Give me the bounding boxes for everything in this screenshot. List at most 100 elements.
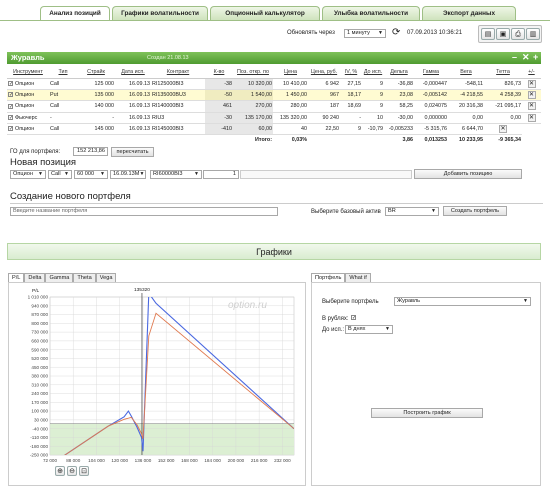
tab-vega[interactable]: Vega [95, 273, 117, 282]
col-header[interactable]: Поз. откр. по [233, 67, 273, 79]
col-header[interactable]: IV, % [340, 67, 362, 79]
tab-data-export[interactable]: Экспорт данных [422, 6, 516, 20]
refresh-interval-select[interactable]: 1 минуту ▼ [344, 29, 386, 38]
days-select[interactable]: В днях ▼ [345, 325, 393, 334]
total-cell [308, 135, 340, 144]
contract-select[interactable]: RI60000BI3 ▼ [150, 170, 202, 179]
tab-portfolio[interactable]: Портфель [311, 273, 346, 282]
portfolio-name-input[interactable]: Введите название портфеля [10, 207, 278, 216]
date-select[interactable]: 16.09.13M ▼ [110, 170, 146, 179]
table-row[interactable]: ✓ Опцион Call 125 000 16.09.13 RI125000BI3 -38… [7, 78, 541, 90]
table-cell: 10 410,00 [273, 78, 308, 90]
table-cell: 6 644,70 [448, 123, 484, 136]
total-cell [340, 135, 362, 144]
col-header[interactable]: Тип [49, 67, 77, 79]
table-cell[interactable]: 135 170,00 [233, 112, 273, 125]
zoom-reset-icon[interactable]: ⊡ [79, 466, 89, 476]
instrument-select[interactable]: Опцион ▼ [10, 170, 46, 179]
date-value: 16.09.13M [113, 171, 140, 177]
minimize-icon[interactable]: – [512, 52, 517, 63]
delete-row-icon[interactable]: ✕ [527, 91, 536, 100]
delete-row-icon[interactable]: ✕ [499, 125, 507, 134]
row-checkbox[interactable]: ✓ [8, 92, 13, 98]
tab-delta[interactable]: Delta [24, 273, 46, 282]
print-icon[interactable]: ⎙ [511, 28, 525, 40]
col-header[interactable]: Дельта [384, 67, 414, 79]
row-checkbox[interactable]: ✓ [8, 103, 13, 109]
delete-cell: ✕ [522, 89, 541, 102]
rub-checkbox[interactable]: ✓ [351, 315, 356, 321]
tab-volatility-charts[interactable]: Графики волатильности [112, 6, 208, 20]
cell-value: Call [50, 103, 60, 110]
add-icon[interactable]: + [533, 52, 538, 63]
zoom-in-icon[interactable]: ⊕ [55, 466, 65, 476]
refresh-icon[interactable]: ⟳ [392, 27, 400, 38]
col-header[interactable]: +/- [522, 67, 541, 79]
table-cell: 280,00 [273, 100, 308, 113]
create-portfolio-button[interactable]: Создать портфель [443, 206, 507, 216]
folder-icon[interactable]: ▥ [526, 28, 540, 40]
row-checkbox[interactable]: ✓ [8, 114, 13, 120]
table-row[interactable]: ✓ Опцион Call 145 000 16.09.13 RI145000BI3 -41… [7, 123, 541, 136]
save-icon[interactable]: ▣ [496, 28, 510, 40]
tab-gamma[interactable]: Gamma [45, 273, 74, 282]
tab-volatility-smile[interactable]: Улыбка волатильности [322, 6, 420, 20]
chart-portfolio-select[interactable]: Журавль ▼ [394, 297, 531, 306]
table-cell[interactable]: -50 [205, 89, 233, 102]
zoom-out-icon[interactable]: ⊖ [67, 466, 77, 476]
delete-row-icon[interactable]: ✕ [527, 102, 536, 111]
delete-row-icon[interactable]: ✕ [527, 79, 536, 88]
tab-pl[interactable]: P/L [8, 273, 25, 282]
qty-input[interactable]: 1 [203, 170, 239, 179]
col-header[interactable]: Цена [273, 67, 308, 79]
table-cell[interactable]: 1 540,00 [233, 89, 273, 102]
col-header[interactable]: К-во [205, 67, 233, 79]
col-header[interactable]: Вега [448, 67, 484, 79]
col-header[interactable]: Тетта [484, 67, 522, 79]
col-header[interactable]: Инструмент [7, 67, 49, 79]
row-checkbox[interactable]: ✓ [8, 80, 13, 86]
asset-select[interactable]: BR ▼ [385, 207, 439, 216]
table-row[interactable]: ✓ Фьючерс - -16.09.13 RIU3 -30 135 170,00 135 3… [7, 112, 541, 125]
col-header[interactable]: Дата исп. [115, 67, 151, 79]
row-checkbox[interactable]: ✓ [8, 126, 13, 132]
col-header[interactable]: Страйк [77, 67, 115, 79]
cell-value: - [50, 114, 52, 121]
tab-position-analysis[interactable]: Анализ позиций [40, 6, 110, 20]
col-header[interactable]: Гамма [414, 67, 448, 79]
total-cell: 10 233,95 [459, 136, 483, 143]
table-cell[interactable]: -410 [205, 123, 233, 136]
table-cell[interactable]: -30 [205, 112, 233, 125]
add-position-button[interactable]: Добавить позицию [414, 169, 522, 179]
table-cell[interactable]: 60,00 [233, 123, 273, 136]
col-header[interactable]: До исп. [362, 67, 384, 79]
table-row[interactable]: ✓ Опцион Call 140 000 16.09.13 RI140000BI3 461… [7, 100, 541, 113]
table-cell[interactable]: -38 [205, 78, 233, 90]
build-chart-button[interactable]: Построить график [371, 408, 483, 418]
tab-what-if[interactable]: What if [345, 273, 371, 282]
table-cell: 16.09.13 [115, 100, 151, 113]
refresh-interval-value: 1 минуту [347, 30, 370, 36]
chevron-down-icon: ▼ [385, 326, 390, 332]
table-cell[interactable]: 10 320,00 [233, 78, 273, 90]
portfolio-name: Журавль [11, 53, 45, 62]
table-cell: 0,00 [448, 112, 484, 125]
table-row[interactable]: ✓ Опцион Put 135 000 16.09.13 RI135000BU3 -50 1… [7, 89, 541, 102]
total-cell: Итого: [255, 136, 272, 143]
col-header[interactable]: Контракт [151, 67, 205, 79]
table-cell[interactable]: 461 [205, 100, 233, 113]
close-icon[interactable]: ✕ [522, 52, 530, 63]
col-header[interactable]: Цена, руб. [308, 67, 340, 79]
table-cell: RIU3 [151, 112, 205, 125]
recalc-button[interactable]: пересчитать [111, 147, 154, 157]
table-cell: 135 320,00 [273, 112, 308, 125]
strike-select[interactable]: 60 000 ▼ [74, 170, 108, 179]
tab-theta[interactable]: Theta [73, 273, 96, 282]
type-select[interactable]: Call ▼ [48, 170, 72, 179]
charts-title: Графики [256, 247, 292, 257]
table-cell: -10,79 [362, 123, 384, 136]
delete-row-icon[interactable]: ✕ [527, 113, 536, 122]
table-cell[interactable]: 270,00 [233, 100, 273, 113]
tab-option-calculator[interactable]: Опционный калькулятор [210, 6, 320, 20]
open-folder-icon[interactable]: ▤ [481, 28, 495, 40]
